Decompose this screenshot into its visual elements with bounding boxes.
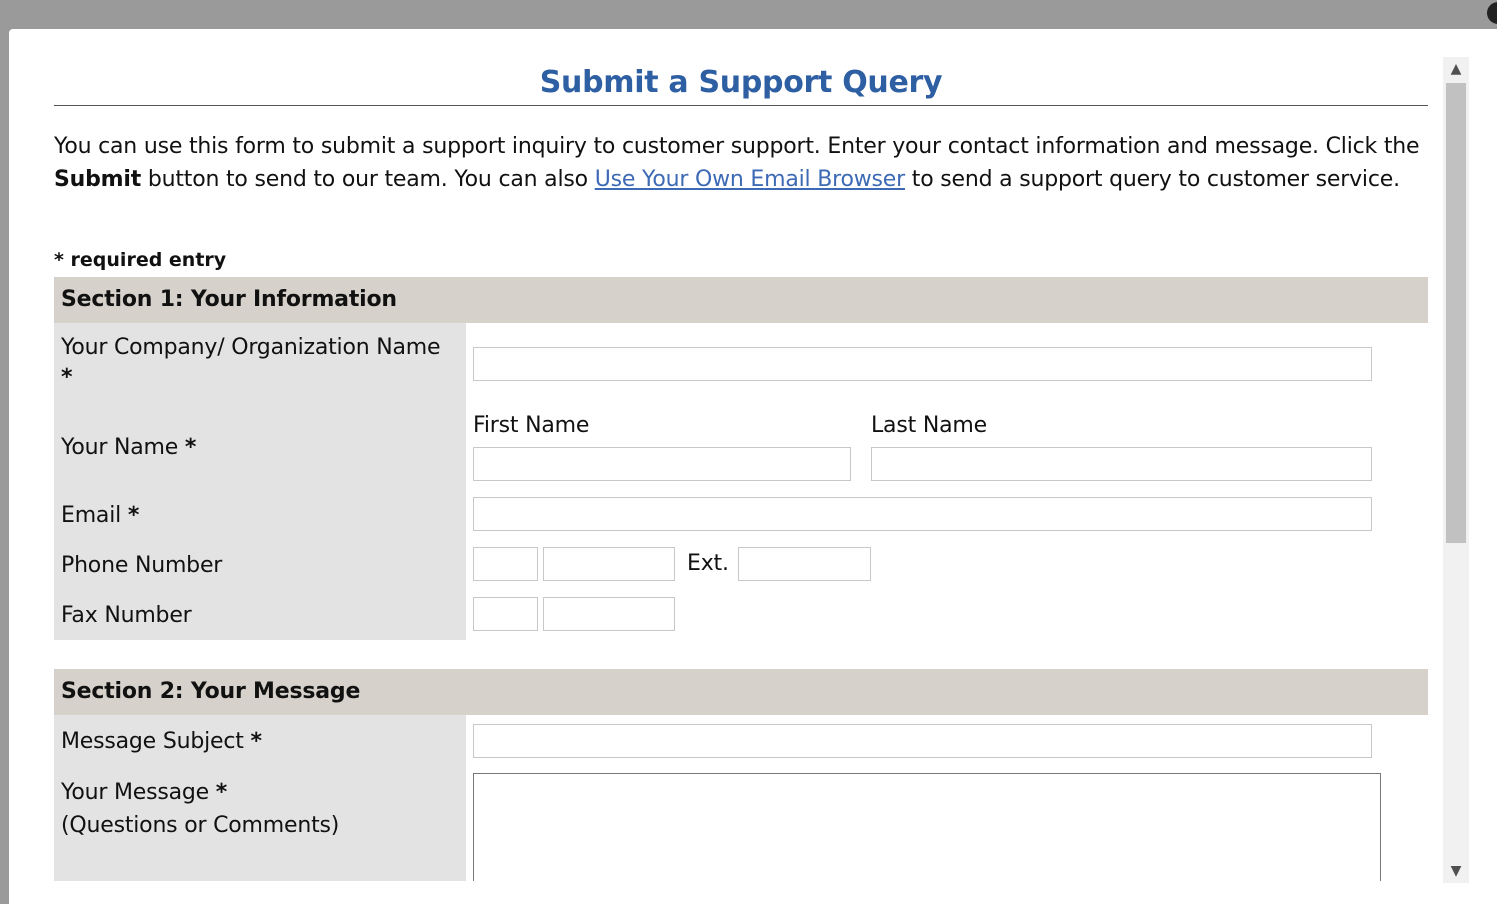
- required-star: *: [215, 780, 228, 805]
- message-label-text: Your Message: [61, 780, 209, 805]
- required-star: *: [127, 503, 140, 528]
- fax-area-code-input[interactable]: [473, 597, 538, 631]
- page-title: Submit a Support Query: [539, 65, 943, 100]
- intro-part1: You can use this form to submit a suppor…: [54, 134, 1420, 159]
- email-label-text: Email: [61, 503, 122, 528]
- required-star: *: [184, 435, 197, 460]
- company-input[interactable]: [473, 347, 1372, 381]
- phone-number-input[interactable]: [543, 547, 675, 581]
- message-label: Your Message * (Questions or Comments): [61, 776, 339, 842]
- intro-submit-word: Submit: [54, 167, 142, 192]
- phone-ext-input[interactable]: [738, 547, 871, 581]
- required-star: *: [61, 365, 73, 390]
- message-textarea[interactable]: [473, 773, 1381, 881]
- scroll-down-arrow-icon[interactable]: ▼: [1443, 859, 1469, 883]
- vertical-scrollbar[interactable]: ▲ ▼: [1443, 57, 1469, 883]
- intro-text: You can use this form to submit a suppor…: [54, 130, 1428, 196]
- phone-ext-label: Ext.: [687, 551, 729, 576]
- subject-label: Message Subject *: [61, 727, 262, 757]
- form-content: Submit a Support Query You can use this …: [54, 29, 1428, 881]
- intro-part3: to send a support query to customer serv…: [904, 167, 1400, 192]
- fax-number-input[interactable]: [543, 597, 675, 631]
- close-icon[interactable]: [1487, 2, 1497, 24]
- company-label-text: Your Company/ Organization Name: [61, 335, 441, 360]
- intro-part2: button to send to our team. You can also: [141, 167, 595, 192]
- use-own-email-link[interactable]: Use Your Own Email Browser: [595, 167, 905, 192]
- phone-label: Phone Number: [61, 553, 223, 578]
- phone-area-code-input[interactable]: [473, 547, 538, 581]
- subject-label-text: Message Subject: [61, 729, 244, 754]
- section2-header: Section 2: Your Message: [54, 669, 1428, 715]
- first-name-input[interactable]: [473, 447, 851, 481]
- email-label: Email *: [61, 501, 139, 531]
- last-name-label: Last Name: [871, 413, 987, 438]
- last-name-input[interactable]: [871, 447, 1372, 481]
- title-divider: [54, 105, 1428, 106]
- first-name-label: First Name: [473, 413, 590, 438]
- scroll-thumb[interactable]: [1446, 83, 1466, 543]
- your-name-label-text: Your Name: [61, 435, 179, 460]
- email-input[interactable]: [473, 497, 1372, 531]
- message-sublabel: (Questions or Comments): [61, 813, 340, 838]
- company-label: Your Company/ Organization Name *: [61, 333, 461, 393]
- support-query-dialog: Submit a Support Query You can use this …: [9, 29, 1497, 904]
- scroll-up-arrow-icon[interactable]: ▲: [1443, 57, 1469, 81]
- fax-label: Fax Number: [61, 603, 192, 628]
- required-star: *: [250, 729, 262, 754]
- required-entry-note: * required entry: [54, 249, 227, 271]
- section1-header: Section 1: Your Information: [54, 277, 1428, 323]
- subject-input[interactable]: [473, 724, 1372, 758]
- your-name-label: Your Name *: [61, 433, 196, 463]
